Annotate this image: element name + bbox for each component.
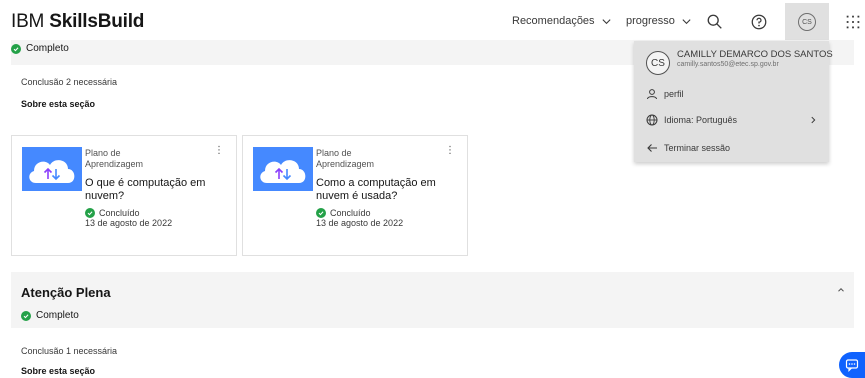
nav-progress[interactable]: progresso	[626, 15, 692, 27]
menu-item-label: perfil	[664, 89, 684, 99]
card-type: Plano de Aprendizagem	[316, 148, 436, 170]
help-button[interactable]	[745, 8, 773, 36]
overflow-menu-icon[interactable]: ⋮	[445, 145, 455, 156]
about-section-link[interactable]: Sobre esta seção	[21, 99, 95, 109]
help-icon	[751, 14, 767, 30]
search-button[interactable]	[701, 8, 729, 36]
brand-prefix: IBM	[11, 11, 45, 32]
card-title-line: Como a computação em	[316, 177, 436, 189]
user-name: CAMILLY DEMARCO DOS SANTOS	[677, 49, 833, 60]
section-header[interactable]: Atenção Plena Completo	[11, 272, 854, 328]
cloud-thumbnail	[22, 147, 82, 191]
chevron-up-icon[interactable]	[836, 285, 846, 295]
section-status-label: Completo	[26, 43, 69, 54]
brand-logo[interactable]: IBM SkillsBuild	[11, 11, 144, 33]
nav-progress-label: progresso	[626, 15, 675, 27]
chevron-down-icon	[602, 18, 611, 24]
card-title-line: nuvem?	[85, 190, 125, 202]
cloud-icon	[260, 160, 306, 183]
grid-icon	[846, 15, 860, 29]
completion-required: Conclusão 1 necessária	[21, 346, 118, 356]
menu-item-label: Terminar sessão	[664, 143, 731, 153]
globe-icon	[646, 114, 658, 126]
overflow-menu-icon[interactable]: ⋮	[214, 145, 224, 156]
arrow-left-icon	[647, 144, 657, 152]
card-type-line: Plano de	[85, 148, 121, 158]
card-status: Concluído 13 de agosto de 2022	[85, 208, 172, 228]
top-header: IBM SkillsBuild Recomendações progresso …	[0, 0, 865, 44]
search-icon	[707, 14, 722, 29]
avatar: CS	[646, 51, 670, 75]
about-section-link[interactable]: Sobre esta seção	[21, 366, 95, 376]
section-status-label: Completo	[36, 310, 79, 321]
menu-item-label: Idioma: Português	[664, 115, 738, 125]
chat-icon	[845, 359, 859, 372]
nav-recommendations-label: Recomendações	[512, 15, 595, 27]
menu-item-profile[interactable]: perfil	[646, 88, 684, 100]
checkmark-icon	[11, 43, 21, 54]
card-title[interactable]: O que é computação em nuvem?	[85, 177, 220, 203]
card-type-line: Plano de	[316, 148, 352, 158]
chevron-right-icon	[811, 116, 816, 124]
user-avatar-button[interactable]: CS	[785, 3, 829, 41]
checkmark-icon	[316, 208, 326, 218]
avatar: CS	[798, 13, 816, 31]
section-status: Completo	[21, 310, 79, 321]
menu-item-language[interactable]: Idioma: Português	[646, 114, 737, 126]
page: IBM SkillsBuild Recomendações progresso …	[0, 0, 865, 378]
user-menu-dropdown: CS CAMILLY DEMARCO DOS SANTOS camilly.sa…	[634, 41, 833, 162]
section-title: Atenção Plena	[21, 285, 111, 300]
card-type-line: Aprendizagem	[85, 159, 144, 169]
card-status-label: Concluído	[330, 208, 371, 218]
card-status-label: Concluído	[99, 208, 140, 218]
app-switcher-button[interactable]	[839, 8, 865, 36]
completion-required: Conclusão 2 necessária	[21, 77, 118, 87]
card-type: Plano de Aprendizagem	[85, 148, 205, 170]
card-status: Concluído 13 de agosto de 2022	[316, 208, 403, 228]
menu-item-logout[interactable]: Terminar sessão	[646, 142, 730, 154]
cloud-thumbnail	[253, 147, 313, 191]
chat-button[interactable]	[839, 352, 865, 378]
card-title-line: nuvem é usada?	[316, 190, 398, 202]
checkmark-icon	[85, 208, 95, 218]
cloud-icon	[29, 160, 75, 183]
card-date: 13 de agosto de 2022	[85, 218, 173, 228]
section-status: Completo	[11, 43, 69, 54]
course-card[interactable]: Plano de Aprendizagem ⋮ Como a computaçã…	[242, 135, 468, 256]
user-icon	[647, 89, 657, 100]
user-email: camilly.santos50@etec.sp.gov.br	[677, 61, 779, 68]
checkmark-icon	[21, 310, 31, 321]
card-type-line: Aprendizagem	[316, 159, 375, 169]
card-title-line: O que é computação em	[85, 177, 206, 189]
card-date: 13 de agosto de 2022	[316, 218, 404, 228]
course-card[interactable]: Plano de Aprendizagem ⋮ O que é computaç…	[11, 135, 237, 256]
brand-name: SkillsBuild	[49, 11, 145, 32]
nav-recommendations[interactable]: Recomendações	[512, 15, 612, 27]
card-title[interactable]: Como a computação em nuvem é usada?	[316, 177, 451, 203]
chevron-down-icon	[682, 18, 691, 24]
